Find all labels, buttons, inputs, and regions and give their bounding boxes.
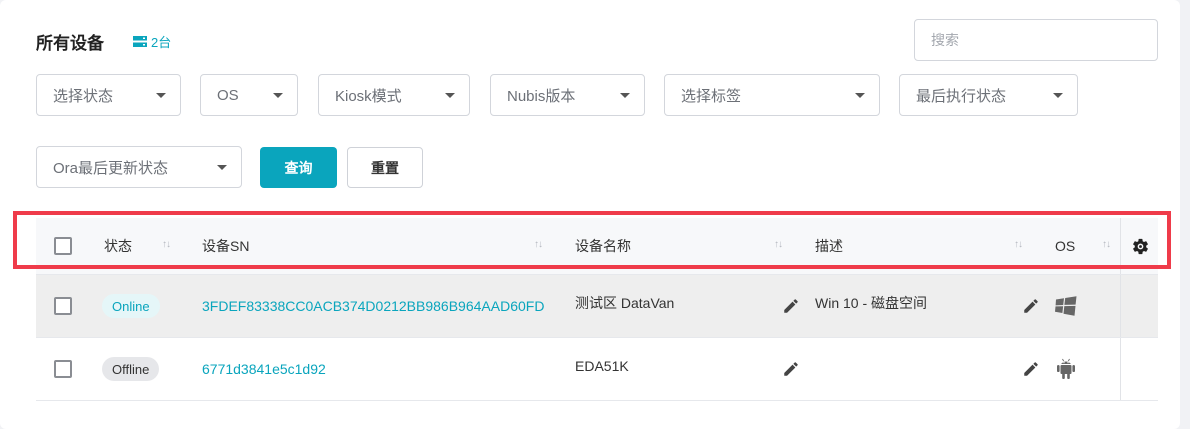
table-header: 状态 ↑↓ 设备SN ↑↓ 设备名称 ↑↓ 描述 ↑↓ OS ↑↓: [36, 218, 1158, 275]
col-os[interactable]: OS: [1055, 218, 1075, 274]
kiosk-select[interactable]: Kiosk模式: [318, 74, 470, 116]
devices-table: 状态 ↑↓ 设备SN ↑↓ 设备名称 ↑↓ 描述 ↑↓ OS ↑↓ Online: [36, 218, 1158, 401]
edit-description-icon[interactable]: [1022, 275, 1040, 337]
col-desc[interactable]: 描述: [815, 218, 843, 274]
device-name-cell: EDA51K: [575, 358, 629, 374]
edit-name-icon[interactable]: [782, 275, 800, 337]
page-title: 所有设备: [36, 34, 104, 53]
row-checkbox[interactable]: [54, 360, 72, 378]
sn-cell: 6771d3841e5c1d92: [202, 338, 326, 400]
ora-update-status-select[interactable]: Ora最后更新状态: [36, 146, 242, 188]
server-icon: [133, 36, 147, 47]
search-input[interactable]: [914, 19, 1158, 61]
sn-cell: 3FDEF83338CC0ACB374D0212BB986B964AAD60FD: [202, 275, 544, 337]
sort-status-icon[interactable]: ↑↓: [162, 239, 171, 250]
ora-update-status-select-label: Ora最后更新状态: [53, 159, 169, 177]
description-cell: Win 10 - 磁盘空间: [815, 295, 928, 311]
status-cell: Online: [102, 275, 160, 337]
status-badge: Offline: [102, 357, 160, 381]
device-sn-link[interactable]: 6771d3841e5c1d92: [202, 361, 326, 377]
row-checkbox-cell: [54, 338, 72, 400]
caret-down-icon: [217, 164, 227, 170]
sort-sn-icon[interactable]: ↑↓: [534, 239, 543, 250]
caret-down-icon: [273, 92, 283, 98]
col-status[interactable]: 状态: [104, 218, 132, 274]
row-checkbox-cell: [54, 275, 72, 337]
caret-down-icon: [445, 92, 455, 98]
android-icon: [1056, 338, 1076, 400]
table-row[interactable]: Offline 6771d3841e5c1d92 EDA51K: [36, 338, 1158, 401]
sort-os-icon[interactable]: ↑↓: [1102, 239, 1111, 250]
device-count: 2台: [133, 32, 171, 51]
nubis-version-select[interactable]: Nubis版本: [490, 74, 645, 116]
tags-select[interactable]: 选择标签: [664, 74, 880, 116]
col-sn[interactable]: 设备SN: [202, 218, 249, 274]
query-button[interactable]: 查询: [260, 147, 337, 188]
devices-card: 所有设备 2台 选择状态 OS Kiosk模式 Nubis版本 选择标签 最后执…: [0, 0, 1180, 429]
status-badge: Online: [102, 294, 160, 318]
caret-down-icon: [620, 92, 630, 98]
last-exec-status-select-label: 最后执行状态: [916, 87, 1007, 105]
table-row[interactable]: Online 3FDEF83338CC0ACB374D0212BB986B964…: [36, 275, 1158, 338]
select-all-cell: [54, 218, 72, 274]
sort-name-icon[interactable]: ↑↓: [774, 239, 783, 250]
device-sn-link[interactable]: 3FDEF83338CC0ACB374D0212BB986B964AAD60FD: [202, 298, 544, 314]
kiosk-select-label: Kiosk模式: [335, 87, 402, 105]
device-count-label: 2台: [151, 35, 172, 50]
device-name-cell: 测试区 DataVan: [575, 295, 675, 311]
windows-icon: [1055, 275, 1077, 337]
edit-name-icon[interactable]: [782, 338, 800, 400]
caret-down-icon: [1053, 92, 1063, 98]
fixed-cell: [1120, 275, 1158, 337]
fixed-cell: [1120, 338, 1158, 400]
row-checkbox[interactable]: [54, 297, 72, 315]
nubis-version-select-label: Nubis版本: [507, 87, 576, 105]
edit-description-icon[interactable]: [1022, 338, 1040, 400]
status-cell: Offline: [102, 338, 160, 400]
col-name[interactable]: 设备名称: [575, 218, 631, 274]
status-select-label: 选择状态: [53, 87, 114, 105]
caret-down-icon: [156, 92, 166, 98]
os-select[interactable]: OS: [200, 74, 298, 116]
reset-button[interactable]: 重置: [347, 147, 423, 188]
status-select[interactable]: 选择状态: [36, 74, 181, 116]
tags-select-label: 选择标签: [681, 87, 742, 105]
settings-gear-icon[interactable]: [1131, 237, 1150, 256]
last-exec-status-select[interactable]: 最后执行状态: [899, 74, 1078, 116]
sort-desc-icon[interactable]: ↑↓: [1014, 239, 1023, 250]
caret-down-icon: [855, 92, 865, 98]
settings-cell: [1120, 218, 1158, 274]
select-all-checkbox[interactable]: [54, 237, 72, 255]
os-select-label: OS: [217, 86, 239, 104]
